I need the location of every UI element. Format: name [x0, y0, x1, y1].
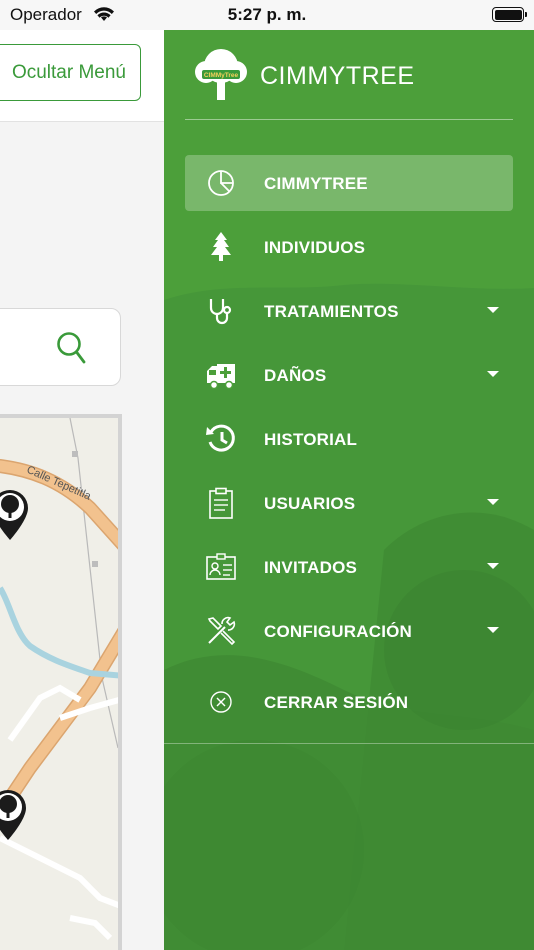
chevron-down-icon[interactable]	[487, 627, 499, 633]
main-content: Ocultar Menú Calle Tepetitla	[0, 30, 164, 950]
menu-item-danos[interactable]: DAÑOS	[185, 347, 513, 403]
cimmytree-logo: CIMMyTree	[195, 49, 247, 100]
battery-icon	[492, 7, 527, 22]
search-icon[interactable]	[56, 331, 86, 365]
menu-label: INVITADOS	[264, 558, 358, 577]
menu-item-historial[interactable]: HISTORIAL	[185, 411, 513, 467]
history-icon	[206, 424, 235, 452]
tree-icon	[211, 232, 231, 261]
chevron-down-icon[interactable]	[487, 499, 499, 505]
menu-label: HISTORIAL	[264, 430, 358, 449]
clock: 5:27 p. m.	[227, 5, 307, 24]
divider	[164, 743, 534, 744]
stethoscope-icon	[209, 299, 232, 325]
menu-label: DAÑOS	[264, 366, 327, 385]
ambulance-icon	[207, 364, 235, 390]
chevron-down-icon[interactable]	[487, 371, 499, 377]
map-view[interactable]: Calle Tepetitla	[0, 414, 122, 950]
tools-icon	[207, 616, 236, 646]
menu-item-usuarios[interactable]: USUARIOS	[185, 475, 513, 531]
menu-item-cimmytree[interactable]: CIMMYTREE	[185, 155, 513, 211]
menu-item-individuos[interactable]: INDIVIDUOS	[185, 219, 513, 275]
map-canvas[interactable]: Calle Tepetitla	[0, 418, 122, 950]
menu-label: INDIVIDUOS	[264, 238, 366, 257]
menu-item-invitados[interactable]: INVITADOS	[185, 539, 513, 595]
menu-label: TRATAMIENTOS	[264, 302, 399, 321]
hide-menu-button[interactable]: Ocultar Menú	[0, 44, 141, 101]
chevron-down-icon[interactable]	[487, 307, 499, 313]
top-toolbar: Ocultar Menú	[0, 30, 164, 122]
menu-label: USUARIOS	[264, 494, 356, 513]
close-circle-icon	[210, 691, 232, 713]
clipboard-icon	[209, 487, 233, 519]
menu-item-configuracion[interactable]: CONFIGURACIÓN	[185, 603, 513, 659]
brand-title: CIMMYTREE	[260, 61, 415, 90]
menu-item-cerrar-sesion[interactable]: CERRAR SESIÓN	[185, 674, 513, 730]
pie-chart-icon	[208, 170, 234, 196]
menu-item-tratamientos[interactable]: TRATAMIENTOS	[185, 283, 513, 339]
svg-text:CIMMyTree: CIMMyTree	[204, 72, 239, 79]
id-card-icon	[206, 553, 236, 580]
status-bar: Operador 5:27 p. m.	[0, 0, 534, 30]
menu-label: CIMMYTREE	[264, 174, 368, 193]
chevron-down-icon[interactable]	[487, 563, 499, 569]
divider	[185, 119, 513, 120]
search-input[interactable]	[0, 308, 121, 386]
menu-label: CERRAR SESIÓN	[264, 693, 409, 712]
menu-label: CONFIGURACIÓN	[264, 622, 413, 641]
brand-header: CIMMyTree CIMMYTREE	[194, 48, 415, 104]
side-menu: CIMMyTree CIMMYTREE CIMMYTREE INDIVIDUOS…	[164, 30, 534, 950]
